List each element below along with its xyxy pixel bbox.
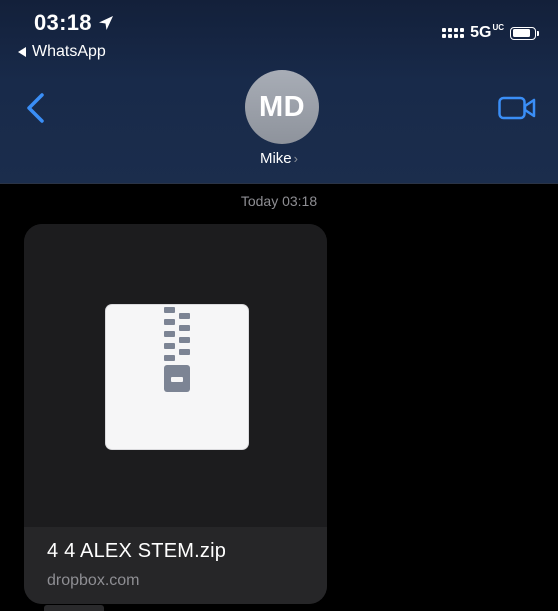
file-info: 4 4 ALEX STEM.zip dropbox.com xyxy=(24,527,327,604)
location-arrow-icon xyxy=(98,16,113,30)
back-app-label: WhatsApp xyxy=(32,43,106,60)
attachment-preview xyxy=(24,224,327,527)
network-label: 5G xyxy=(470,24,492,41)
signal-dots-icon xyxy=(442,28,465,38)
status-time: 03:18 xyxy=(34,10,114,36)
file-attachment-bubble[interactable]: 4 4 ALEX STEM.zip dropbox.com xyxy=(24,224,327,604)
file-source-domain: dropbox.com xyxy=(47,572,140,589)
avatar[interactable]: MD xyxy=(245,70,319,144)
video-camera-icon[interactable] xyxy=(498,95,536,121)
message-timestamp: Today 03:18 xyxy=(240,193,318,209)
contact-name-text: Mike xyxy=(259,150,292,167)
zip-archive-icon xyxy=(106,305,248,449)
network-suffix: UC xyxy=(492,23,504,32)
battery-level xyxy=(512,29,530,37)
back-to-app-link[interactable]: WhatsApp xyxy=(18,43,106,61)
network-indicator: 5G UC xyxy=(470,24,504,42)
next-message-edge xyxy=(44,605,104,611)
status-time-text: 03:18 xyxy=(34,10,92,35)
contact-name[interactable]: Mike › xyxy=(0,150,558,167)
chevron-right-icon: › xyxy=(293,151,298,166)
battery-icon xyxy=(510,26,539,40)
chevron-left-icon[interactable] xyxy=(24,92,48,124)
zipper-icon xyxy=(164,307,190,392)
status-indicators: 5G UC xyxy=(442,24,539,42)
file-name: 4 4 ALEX STEM.zip xyxy=(47,540,227,562)
conversation-header: 03:18 WhatsApp 5G UC MD Mike › xyxy=(0,0,558,184)
back-triangle-icon xyxy=(18,47,26,57)
avatar-initials: MD xyxy=(258,90,306,123)
